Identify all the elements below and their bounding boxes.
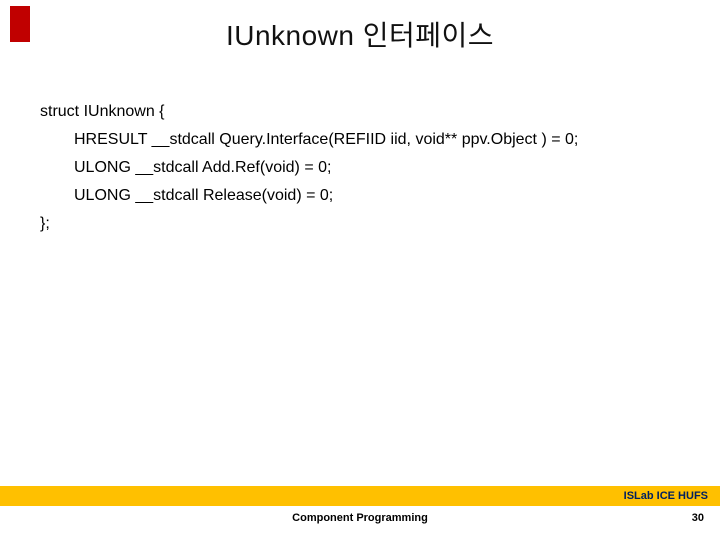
code-line: ULONG __stdcall Add.Ref(void) = 0; (40, 154, 690, 182)
page-number: 30 (692, 512, 704, 524)
footer-bar: ISLab ICE HUFS (0, 486, 720, 506)
slide-title: IUnknown 인터페이스 (0, 14, 720, 54)
code-line: }; (40, 210, 690, 238)
code-line: ULONG __stdcall Release(void) = 0; (40, 182, 690, 210)
code-line: HRESULT __stdcall Query.Interface(REFIID… (40, 126, 690, 154)
footer-lab: ISLab ICE HUFS (624, 486, 708, 506)
code-block: struct IUnknown { HRESULT __stdcall Quer… (40, 98, 690, 238)
slide: IUnknown 인터페이스 struct IUnknown { HRESULT… (0, 0, 720, 540)
footer-center: Component Programming (0, 512, 720, 524)
code-line: struct IUnknown { (40, 98, 690, 126)
footer-text: Component Programming 30 (0, 512, 720, 532)
